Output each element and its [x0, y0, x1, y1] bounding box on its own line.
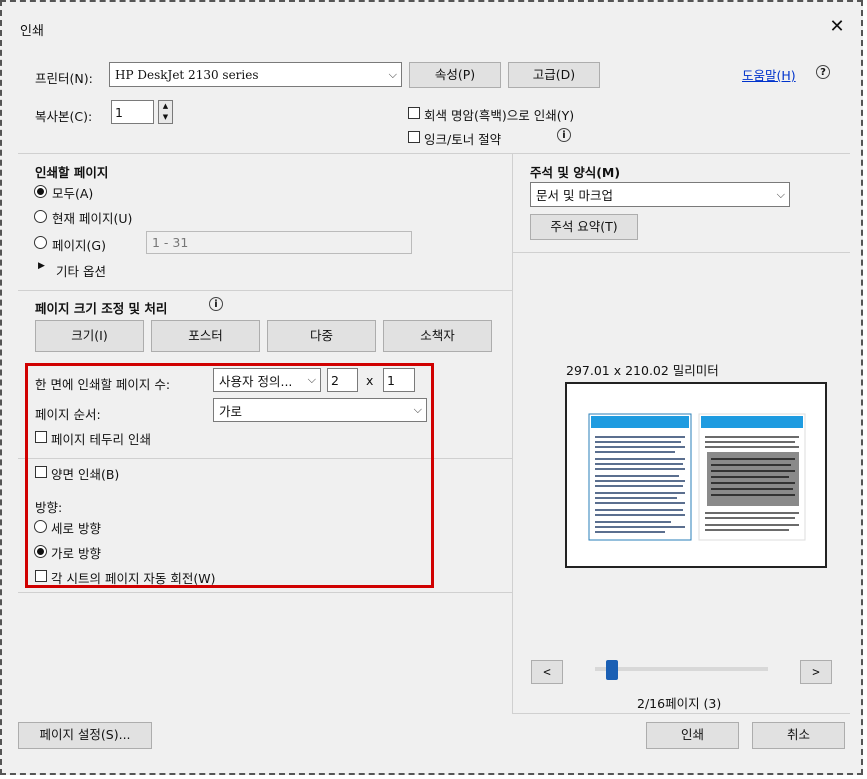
landscape-radio[interactable]	[34, 545, 47, 558]
tab-size[interactable]: 크기(I)	[35, 320, 144, 352]
tab-booklet[interactable]: 소책자	[383, 320, 492, 352]
save-ink-label: 잉크/토너 절약	[424, 132, 502, 147]
copies-value: 1	[115, 104, 123, 120]
advanced-button[interactable]: 고급(D)	[508, 62, 600, 88]
annotations-value: 문서 및 마크업	[536, 188, 613, 203]
orientation-heading: 방향:	[35, 500, 63, 515]
page-sizing-info-icon[interactable]: i	[209, 297, 223, 311]
chevron-down-icon: ⌵	[776, 187, 785, 201]
page-range-radio[interactable]	[34, 236, 47, 249]
page-setup-button[interactable]: 페이지 설정(S)...	[18, 722, 152, 749]
previous-page-button[interactable]: <	[531, 660, 563, 684]
expand-arrow-icon[interactable]: ▶	[38, 261, 45, 271]
divider	[512, 252, 850, 253]
copies-label: 복사본(C):	[35, 109, 93, 124]
tab-poster[interactable]: 포스터	[151, 320, 260, 352]
chevron-down-icon: ⌵	[388, 67, 397, 81]
print-preview	[565, 382, 827, 568]
page-range-value: 1 - 31	[152, 235, 189, 250]
page-sizing-heading: 페이지 크기 조정 및 처리	[35, 301, 168, 316]
page-border-label: 페이지 테두리 인쇄	[51, 432, 151, 447]
copies-spinner[interactable]: ▲ ▼	[158, 100, 173, 124]
pages-rows-value: 1	[387, 372, 395, 388]
grayscale-checkbox[interactable]	[408, 107, 420, 119]
page-range-label: 페이지(G)	[52, 238, 106, 253]
current-page-radio[interactable]	[34, 210, 47, 223]
duplex-checkbox[interactable]	[35, 466, 47, 478]
current-page-label: 현재 페이지(U)	[52, 211, 133, 226]
divider	[18, 290, 512, 291]
preview-left-header	[591, 416, 689, 428]
page-slider-track[interactable]	[595, 667, 768, 671]
divider	[18, 153, 850, 154]
help-info-icon[interactable]: ?	[816, 65, 830, 79]
print-button[interactable]: 인쇄	[646, 722, 739, 749]
pages-per-sheet-value: 사용자 정의...	[219, 373, 293, 389]
page-order-select[interactable]: 가로 ⌵	[213, 398, 427, 422]
pages-to-print-heading: 인쇄할 페이지	[35, 165, 109, 180]
times-label: x	[366, 373, 374, 388]
portrait-radio[interactable]	[34, 520, 47, 533]
printer-value: HP DeskJet 2130 series	[115, 67, 259, 82]
save-ink-checkbox[interactable]	[408, 131, 420, 143]
page-range-input[interactable]: 1 - 31	[146, 231, 412, 254]
divider	[512, 713, 850, 714]
page-border-checkbox[interactable]	[35, 431, 47, 443]
preview-thumbnail	[588, 413, 806, 541]
all-pages-label: 모두(A)	[52, 186, 94, 201]
page-order-label: 페이지 순서:	[35, 407, 101, 422]
page-status-text: 2/16페이지 (3)	[637, 696, 722, 711]
all-pages-radio[interactable]	[34, 185, 47, 198]
spin-down-icon[interactable]: ▼	[159, 112, 172, 123]
cancel-button[interactable]: 취소	[752, 722, 845, 749]
save-ink-info-icon[interactable]: i	[557, 128, 571, 142]
paper-size-text: 297.01 x 210.02 밀리미터	[566, 363, 719, 378]
properties-button[interactable]: 속성(P)	[409, 62, 501, 88]
chevron-down-icon: ⌵	[413, 403, 422, 416]
next-page-button[interactable]: >	[800, 660, 832, 684]
window-title: 인쇄	[20, 24, 44, 39]
pages-cols-input[interactable]: 2	[327, 368, 358, 392]
preview-right-text	[705, 436, 799, 448]
portrait-label: 세로 방향	[51, 521, 101, 536]
chevron-down-icon: ⌵	[307, 373, 316, 386]
annotation-summary-button[interactable]: 주석 요약(T)	[530, 214, 638, 240]
divider	[18, 592, 512, 593]
pages-per-sheet-select[interactable]: 사용자 정의... ⌵	[213, 368, 321, 392]
page-slider-thumb[interactable]	[606, 660, 619, 680]
annotations-select[interactable]: 문서 및 마크업 ⌵	[530, 182, 790, 207]
landscape-label: 가로 방향	[51, 546, 101, 561]
pages-rows-input[interactable]: 1	[383, 368, 415, 392]
preview-right-shaded-box	[707, 452, 799, 506]
spin-up-icon[interactable]: ▲	[159, 101, 172, 112]
help-link[interactable]: 도움말(H)	[742, 65, 796, 84]
pages-cols-value: 2	[331, 372, 339, 388]
grayscale-label: 회색 명암(흑백)으로 인쇄(Y)	[424, 108, 575, 123]
divider	[512, 153, 513, 713]
printer-select[interactable]: HP DeskJet 2130 series ⌵	[109, 62, 402, 87]
tab-multiple[interactable]: 다중	[267, 320, 376, 352]
close-icon[interactable]: ✕	[824, 15, 850, 39]
page-order-value: 가로	[219, 403, 243, 419]
pages-per-sheet-label: 한 면에 인쇄할 페이지 수:	[35, 377, 171, 392]
copies-input[interactable]: 1	[111, 100, 154, 124]
preview-right-header	[701, 416, 803, 428]
more-options-label[interactable]: 기타 옵션	[56, 261, 106, 280]
auto-rotate-checkbox[interactable]	[35, 570, 47, 582]
auto-rotate-label: 각 시트의 페이지 자동 회전(W)	[51, 571, 216, 586]
printer-label: 프린터(N):	[35, 71, 93, 86]
annotations-heading: 주석 및 양식(M)	[530, 165, 621, 180]
duplex-label: 양면 인쇄(B)	[51, 467, 120, 482]
